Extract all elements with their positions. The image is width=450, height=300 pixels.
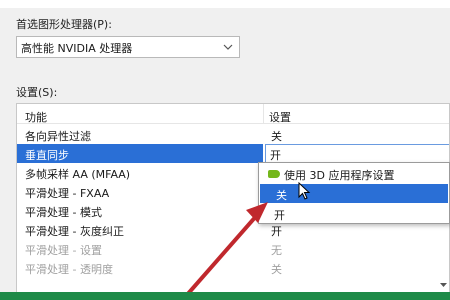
row-feature: 平滑处理 - 设置: [25, 244, 102, 257]
header-divider: [263, 104, 264, 124]
gpu-label: 首选图形处理器(P):: [16, 18, 112, 31]
vsync-dropdown-list: 使用 3D 应用程序设置 关 开: [258, 162, 450, 224]
row-feature: 平滑处理 - 模式: [25, 206, 102, 219]
vsync-setting-value: 开: [270, 149, 281, 162]
table-row-selected[interactable]: 垂直同步 开: [17, 144, 449, 163]
row-setting: 开: [271, 225, 282, 238]
table-header: 功能 设置: [17, 104, 449, 124]
option-label: 关: [276, 189, 287, 202]
table-row-disabled: 平滑处理 - 设置 无: [17, 239, 449, 258]
taskbar-strip: [0, 292, 450, 300]
option-use-3d-app-settings[interactable]: 使用 3D 应用程序设置: [260, 164, 448, 183]
row-feature: 垂直同步: [25, 149, 69, 162]
chevron-down-icon: [223, 44, 233, 50]
option-label: 开: [274, 209, 285, 222]
option-on[interactable]: 开: [260, 204, 448, 223]
row-setting: 关: [271, 263, 282, 276]
row-setting: 无: [271, 244, 282, 257]
settings-label: 设置(S):: [16, 86, 58, 99]
row-setting: 关: [271, 130, 282, 143]
row-feature: 各向异性过滤: [25, 130, 91, 143]
table-row-disabled: 平滑处理 - 透明度 关: [17, 258, 449, 277]
table-row[interactable]: 各向异性过滤 关: [17, 125, 449, 144]
nvidia-logo-icon: [268, 170, 280, 178]
row-feature: 多帧采样 AA (MFAA): [25, 168, 131, 181]
row-feature: 平滑处理 - 灰度纠正: [25, 225, 124, 238]
header-feature: 功能: [25, 111, 47, 124]
gpu-select-value: 高性能 NVIDIA 处理器: [21, 42, 133, 55]
header-setting: 设置: [269, 111, 291, 124]
option-label: 使用 3D 应用程序设置: [284, 169, 395, 182]
window-top-strip: [0, 0, 450, 8]
gpu-select[interactable]: 高性能 NVIDIA 处理器: [16, 36, 240, 58]
scroll-down-arrow-icon[interactable]: [437, 278, 450, 292]
row-feature: 平滑处理 - 透明度: [25, 263, 113, 276]
row-feature: 平滑处理 - FXAA: [25, 187, 110, 200]
option-off[interactable]: 关: [260, 184, 448, 203]
mouse-pointer-icon: [298, 182, 311, 200]
vsync-setting-combo[interactable]: 开: [265, 144, 449, 163]
